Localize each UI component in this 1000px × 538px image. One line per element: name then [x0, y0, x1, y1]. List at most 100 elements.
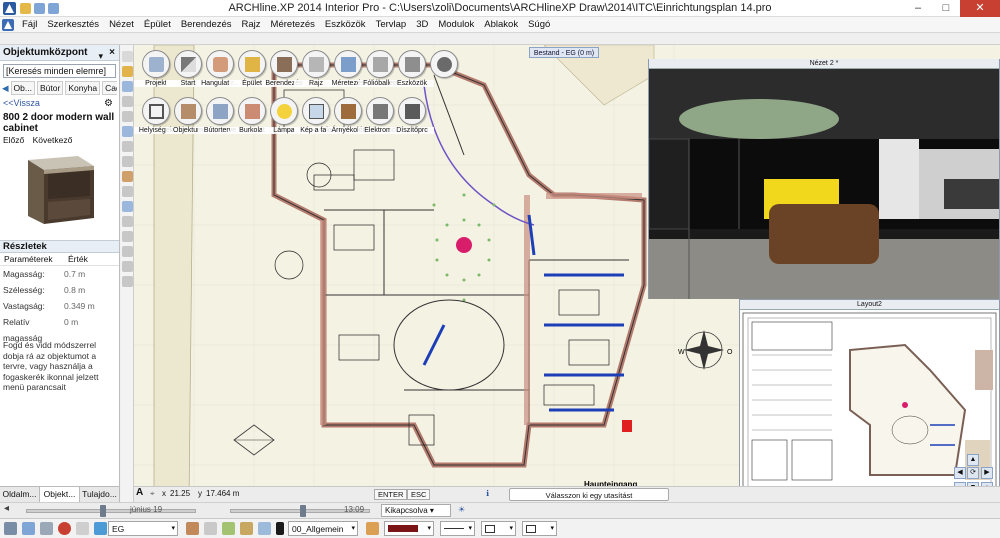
ortho-tool-icon[interactable] [122, 126, 133, 137]
3d-render[interactable] [649, 69, 999, 299]
copy-tool-icon[interactable] [122, 261, 133, 272]
cut-icon[interactable] [40, 522, 53, 535]
sun-mode-select[interactable]: Kikapcsolva ▾ [381, 504, 451, 517]
settings-icon[interactable] [4, 522, 17, 535]
menu-file[interactable]: Fájl [17, 19, 42, 30]
line-type-select[interactable]: ▾ [440, 521, 475, 536]
tool-extra[interactable] [430, 50, 458, 78]
param-row[interactable]: Vastagság: 0.349 m [0, 298, 119, 314]
pin-icon[interactable]: ▾ [98, 48, 103, 64]
cursor-icon[interactable] [22, 522, 35, 535]
menu-building[interactable]: Épület [139, 19, 176, 30]
hide-tool-icon[interactable] [122, 186, 133, 197]
tool-furniture[interactable] [270, 50, 298, 78]
tool-furniture-plan[interactable] [206, 97, 234, 125]
hatch-tool-icon[interactable] [122, 231, 133, 242]
tool-building[interactable] [238, 50, 266, 78]
magnet-icon[interactable] [58, 522, 71, 535]
menu-layout[interactable]: Tervlap [371, 19, 412, 30]
level-badge[interactable]: Bestand - EG (0 m) [529, 47, 599, 58]
text-style-icon[interactable]: A [136, 487, 143, 498]
back-arrow-icon[interactable]: ◀ [2, 83, 9, 94]
tab-side[interactable]: Oldalm... [0, 487, 40, 502]
pan-tool-icon[interactable] [122, 66, 133, 77]
tab-objects[interactable]: Objekt... [40, 487, 80, 502]
render-tool-icon[interactable] [122, 171, 133, 182]
floor-up-icon[interactable] [186, 522, 199, 535]
next-link[interactable]: Következő [33, 135, 73, 145]
time-slider-handle[interactable] [300, 505, 306, 517]
drawing-canvas[interactable]: W O Haupteingang Projekt Start Hangulat … [134, 45, 1000, 502]
floor-select[interactable]: EG ▾ [108, 521, 178, 536]
tool-lamp[interactable] [270, 97, 298, 125]
menu-3d[interactable]: 3D [411, 19, 433, 30]
panel-close-icon[interactable]: × [109, 45, 115, 61]
play-icon[interactable]: ◂ [4, 503, 9, 514]
line-color-select[interactable]: ▾ [384, 521, 434, 536]
close-button[interactable]: ✕ [960, 0, 1000, 17]
fill-select[interactable]: ▾ [522, 521, 557, 536]
grid-tool-icon[interactable] [122, 111, 133, 122]
tool-decoration[interactable] [398, 97, 426, 125]
tool-project[interactable] [142, 50, 170, 78]
esc-key-button[interactable]: ESC [407, 489, 431, 500]
pan-left-icon[interactable]: ◀ [954, 467, 966, 479]
tool-layers[interactable] [366, 50, 394, 78]
3d-tool-icon[interactable] [122, 201, 133, 212]
menu-modules[interactable]: Modulok [433, 19, 479, 30]
color-swatch-icon[interactable] [276, 522, 284, 535]
snap-tool-icon[interactable] [122, 96, 133, 107]
layout-window[interactable]: Layout2 ▲ ◀ ▶ ⟳ [739, 299, 1000, 501]
app-menu-icon[interactable] [2, 18, 14, 31]
sun-settings-icon[interactable]: ☀ [458, 505, 465, 514]
pan-up-icon[interactable]: ▲ [967, 454, 979, 466]
tool-object[interactable] [174, 97, 202, 125]
param-row[interactable]: Magasság: 0.7 m [0, 266, 119, 282]
menu-windows[interactable]: Ablakok [479, 19, 523, 30]
param-row[interactable]: Relatív magasság 0 m [0, 314, 119, 343]
back-link[interactable]: <<Vissza [3, 98, 40, 108]
param-row[interactable]: Szélesség: 0.8 m [0, 282, 119, 298]
menu-drawing[interactable]: Rajz [237, 19, 266, 30]
tool-start[interactable] [174, 50, 202, 78]
tool-dimension[interactable] [334, 50, 362, 78]
floor-settings-icon[interactable] [204, 522, 217, 535]
layer-select[interactable]: 00_Allgemein ▾ [288, 521, 358, 536]
enter-key-button[interactable]: ENTER [374, 489, 408, 500]
minimize-button[interactable]: – [904, 0, 932, 17]
tab-properties[interactable]: Tulajdo... [80, 487, 120, 502]
menu-furnishing[interactable]: Berendezés [176, 19, 237, 30]
menu-edit[interactable]: Szerkesztés [42, 19, 104, 30]
menu-help[interactable]: Súgó [523, 19, 555, 30]
select-tool-icon[interactable] [122, 51, 133, 62]
text-tool-icon[interactable] [122, 216, 133, 227]
tool-cladding[interactable] [238, 97, 266, 125]
paste-icon[interactable] [76, 522, 89, 535]
date-slider[interactable] [26, 509, 196, 513]
breadcrumb-item[interactable]: Cad [102, 81, 117, 95]
pan-right-icon[interactable]: ▶ [981, 467, 993, 479]
breadcrumb-item[interactable]: Bútor [36, 81, 64, 95]
maximize-button[interactable]: □ [932, 0, 960, 17]
rotate-icon[interactable]: ⟳ [967, 467, 979, 479]
pen-icon[interactable] [366, 522, 379, 535]
tool-tools[interactable] [398, 50, 426, 78]
tool-shading[interactable] [334, 97, 362, 125]
date-slider-handle[interactable] [100, 505, 106, 517]
measure-tool-icon[interactable] [122, 141, 133, 152]
layers-tool-icon[interactable] [122, 156, 133, 167]
prev-link[interactable]: Előző [3, 135, 24, 145]
menu-dimensioning[interactable]: Méretezés [266, 19, 320, 30]
breadcrumb-item[interactable]: Ob... [10, 81, 35, 95]
tool-mood[interactable] [206, 50, 234, 78]
render-icon[interactable] [258, 522, 271, 535]
tool-rooms[interactable] [142, 97, 170, 125]
zoom-tool-icon[interactable] [122, 81, 133, 92]
tool-electric[interactable] [366, 97, 394, 125]
2d-icon[interactable] [222, 522, 235, 535]
dropdown-icon[interactable] [94, 522, 107, 535]
menu-tools[interactable]: Eszközök [320, 19, 371, 30]
dim-tool-icon[interactable] [122, 246, 133, 257]
line-width-select[interactable]: ▾ [481, 521, 516, 536]
move-tool-icon[interactable] [122, 276, 133, 287]
